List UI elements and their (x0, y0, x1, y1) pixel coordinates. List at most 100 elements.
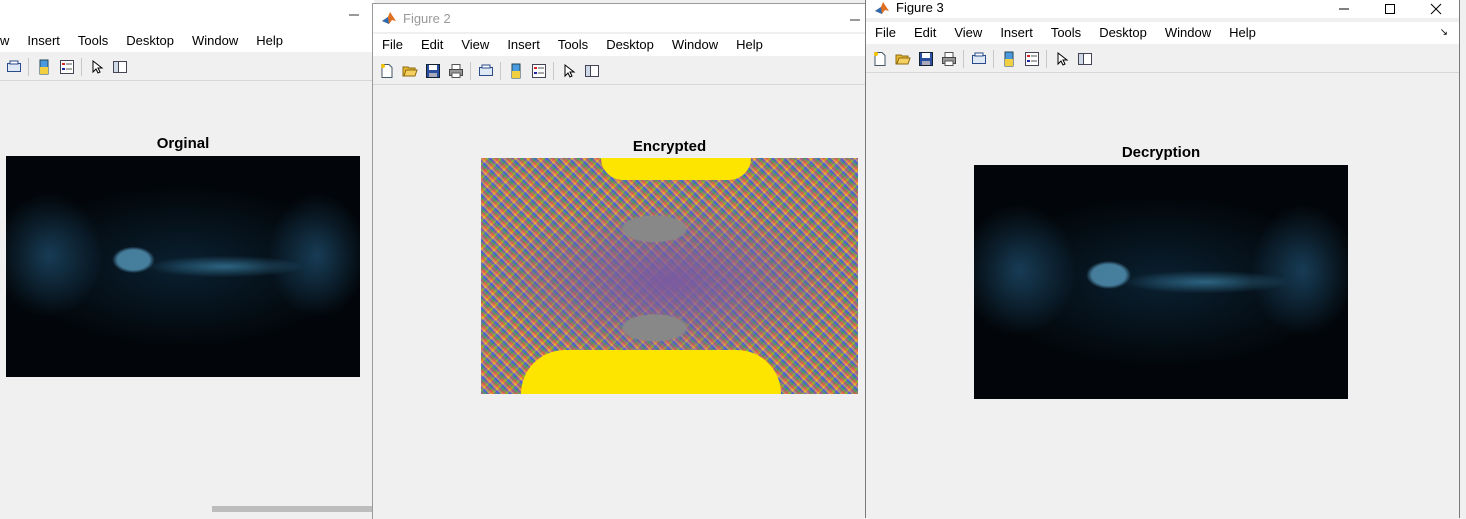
insert-colorbar-button[interactable] (504, 60, 527, 82)
print-button[interactable] (937, 48, 960, 70)
open-file-button[interactable] (891, 48, 914, 70)
save-icon (425, 64, 440, 78)
toolbar-separator (1046, 50, 1047, 68)
insert-colorbar-button[interactable] (997, 48, 1020, 70)
menu-help[interactable]: Help (727, 34, 772, 56)
menu-view[interactable]: View (452, 34, 498, 56)
menu-desktop[interactable]: Desktop (117, 30, 183, 52)
link-plot-icon (478, 64, 493, 76)
edit-plot-icon (1057, 51, 1068, 66)
edit-plot-button[interactable] (85, 56, 108, 78)
toolbar-separator (993, 50, 994, 68)
property-inspector-icon (1077, 53, 1092, 65)
horizontal-scrollbar[interactable] (212, 506, 374, 512)
menu-window[interactable]: Window (1156, 22, 1220, 44)
figure-3-titlebar[interactable]: Figure 3 (866, 0, 1459, 18)
figure-2-window: Figure 2 File Edit View Insert Tools Des… (372, 3, 867, 519)
menu-view[interactable]: View (945, 22, 991, 44)
menu-insert[interactable]: Insert (18, 30, 69, 52)
insert-colorbar-icon (511, 63, 520, 79)
dock-arrow-icon[interactable]: ↘ (1431, 22, 1457, 44)
menu-edit[interactable]: Edit (905, 22, 945, 44)
decrypted-image (974, 165, 1348, 399)
close-button[interactable] (1413, 0, 1459, 24)
property-inspector-button[interactable] (108, 56, 131, 78)
edit-plot-icon (92, 59, 103, 74)
figure-2-toolbar (373, 58, 867, 85)
figure-3-menubar: File Edit View Insert Tools Desktop Wind… (866, 22, 1459, 44)
encrypted-image-yellow-bottom (521, 350, 781, 394)
insert-legend-button[interactable] (527, 60, 550, 82)
minimize-icon (1339, 8, 1349, 10)
insert-legend-icon (59, 60, 74, 74)
save-icon (918, 52, 933, 66)
link-plot-button[interactable] (2, 56, 25, 78)
save-button[interactable] (914, 48, 937, 70)
figure-1-menubar: w Insert Tools Desktop Window Help (0, 30, 374, 52)
menu-help[interactable]: Help (247, 30, 292, 52)
menu-help[interactable]: Help (1220, 22, 1265, 44)
figure-2-titlebar[interactable]: Figure 2 (373, 4, 867, 32)
new-figure-button[interactable] (375, 60, 398, 82)
menu-tools[interactable]: Tools (549, 34, 597, 56)
maximize-icon (1385, 4, 1395, 14)
link-plot-button[interactable] (474, 60, 497, 82)
menu-tools[interactable]: Tools (1042, 22, 1090, 44)
link-plot-icon (971, 52, 986, 64)
axes-title-encrypted: Encrypted (632, 138, 707, 155)
menu-window[interactable]: Window (663, 34, 727, 56)
insert-colorbar-icon (1004, 51, 1013, 67)
menu-tools[interactable]: Tools (69, 30, 117, 52)
menu-desktop[interactable]: Desktop (1090, 22, 1156, 44)
toolbar-separator (470, 62, 471, 80)
property-inspector-button[interactable] (580, 60, 603, 82)
toolbar-separator (500, 62, 501, 80)
minimize-button[interactable] (342, 0, 366, 30)
menu-window-partial[interactable]: w (0, 30, 18, 52)
minimize-icon (850, 19, 860, 21)
minimize-icon (349, 14, 359, 16)
menu-window[interactable]: Window (183, 30, 247, 52)
minimize-button[interactable] (1321, 0, 1367, 24)
edit-plot-button[interactable] (1050, 48, 1073, 70)
property-inspector-icon (584, 65, 599, 77)
insert-legend-icon (531, 64, 546, 78)
save-button[interactable] (421, 60, 444, 82)
insert-legend-button[interactable] (55, 56, 78, 78)
figure-3-window: Figure 3 File Edit View Insert Tools Des… (865, 0, 1460, 518)
insert-colorbar-icon (39, 59, 48, 75)
minimize-button[interactable] (847, 4, 863, 34)
menu-file[interactable]: File (373, 34, 412, 56)
new-figure-button[interactable] (868, 48, 891, 70)
edit-plot-icon (564, 63, 575, 78)
menu-desktop[interactable]: Desktop (597, 34, 663, 56)
window-title: Figure 2 (403, 10, 451, 26)
link-plot-icon (6, 60, 21, 72)
open-file-button[interactable] (398, 60, 421, 82)
menu-insert[interactable]: Insert (991, 22, 1042, 44)
edit-plot-button[interactable] (557, 60, 580, 82)
original-image (6, 156, 360, 377)
insert-legend-icon (1024, 52, 1039, 66)
toolbar-separator (28, 58, 29, 76)
open-file-icon (895, 54, 911, 65)
figure-2-menubar: File Edit View Insert Tools Desktop Wind… (373, 34, 867, 56)
toolbar-separator (553, 62, 554, 80)
insert-colorbar-button[interactable] (32, 56, 55, 78)
menu-insert[interactable]: Insert (498, 34, 549, 56)
toolbar-separator (81, 58, 82, 76)
toolbar-separator (963, 50, 964, 68)
menu-edit[interactable]: Edit (412, 34, 452, 56)
figure-1-toolbar (0, 54, 374, 81)
link-plot-button[interactable] (967, 48, 990, 70)
new-figure-icon (380, 64, 392, 78)
new-figure-icon (873, 52, 885, 66)
figure-1-titlebar[interactable] (0, 0, 374, 30)
figure-3-toolbar (866, 46, 1459, 73)
menu-file[interactable]: File (866, 22, 905, 44)
open-file-icon (402, 66, 418, 77)
property-inspector-button[interactable] (1073, 48, 1096, 70)
maximize-button[interactable] (1367, 0, 1413, 24)
insert-legend-button[interactable] (1020, 48, 1043, 70)
print-button[interactable] (444, 60, 467, 82)
